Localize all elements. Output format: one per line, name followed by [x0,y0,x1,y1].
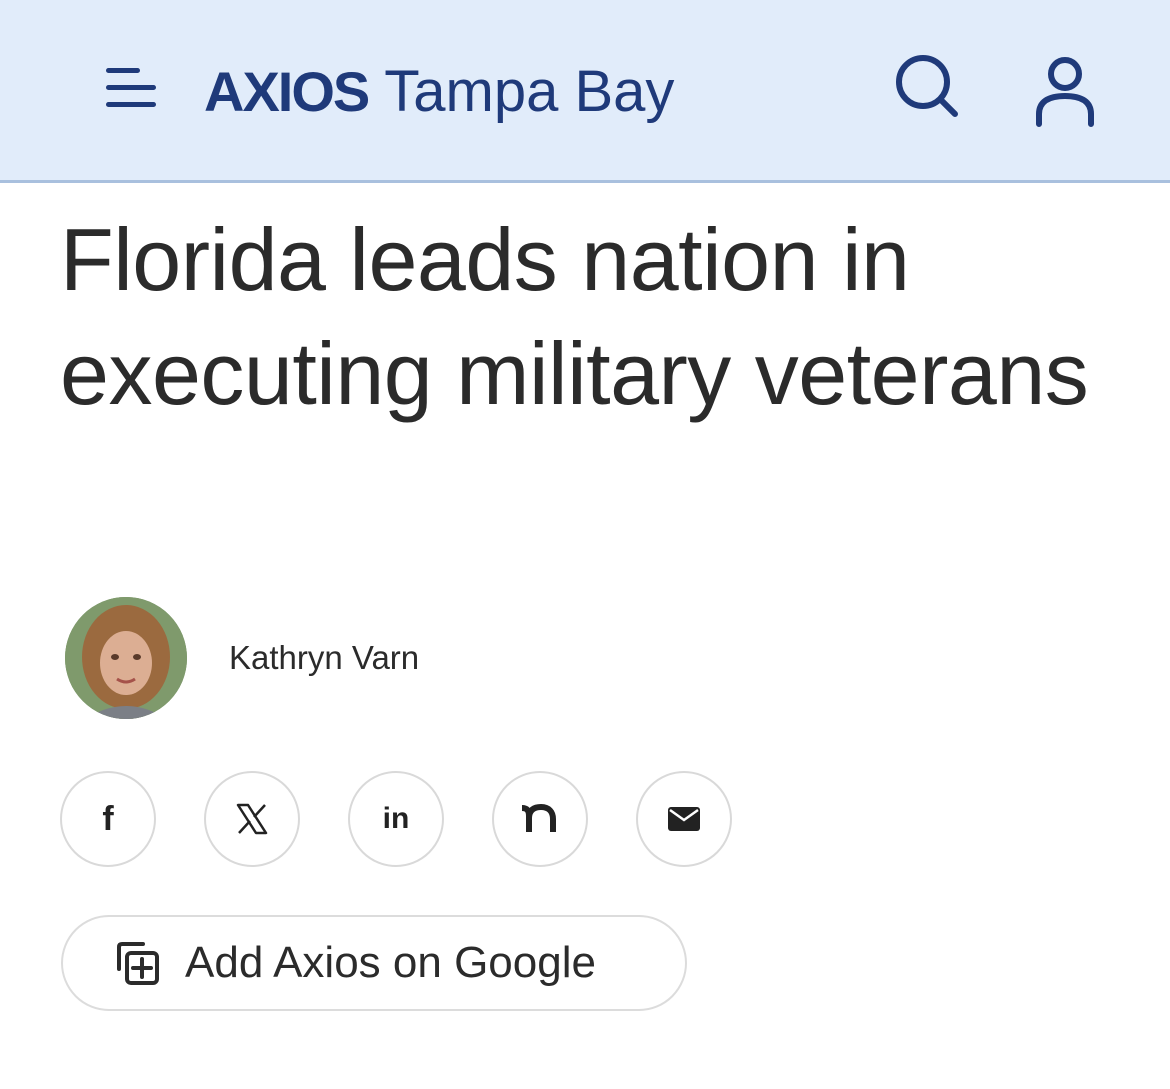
share-buttons: f in [60,771,732,867]
add-axios-on-google-label: Add Axios on Google [185,938,596,987]
search-icon[interactable] [893,52,961,120]
site-brand[interactable]: AXIOS Tampa Bay [204,58,674,128]
facebook-share-button[interactable]: f [60,771,156,867]
linkedin-icon: in [382,802,410,835]
email-share-button[interactable] [636,771,732,867]
hamburger-menu-icon[interactable] [100,62,164,118]
axios-logo: AXIOS [204,60,370,123]
linkedin-share-button[interactable]: in [348,771,444,867]
byline: Kathryn Varn [65,597,419,719]
top-navigation-bar: AXIOS Tampa Bay [0,0,1170,183]
email-icon [668,807,700,831]
user-icon[interactable] [1030,52,1098,128]
author-name[interactable]: Kathryn Varn [229,639,419,677]
nextdoor-icon [521,804,556,832]
add-to-google-icon [117,942,159,985]
brand-region-label: Tampa Bay [384,59,675,124]
nextdoor-share-button[interactable] [492,771,588,867]
x-icon [236,803,268,835]
x-share-button[interactable] [204,771,300,867]
article-headline: Florida leads nation in executing milita… [60,210,1089,423]
add-axios-on-google-button[interactable]: Add Axios on Google [61,915,687,1011]
author-avatar[interactable] [65,597,187,719]
facebook-icon: f [102,800,114,838]
